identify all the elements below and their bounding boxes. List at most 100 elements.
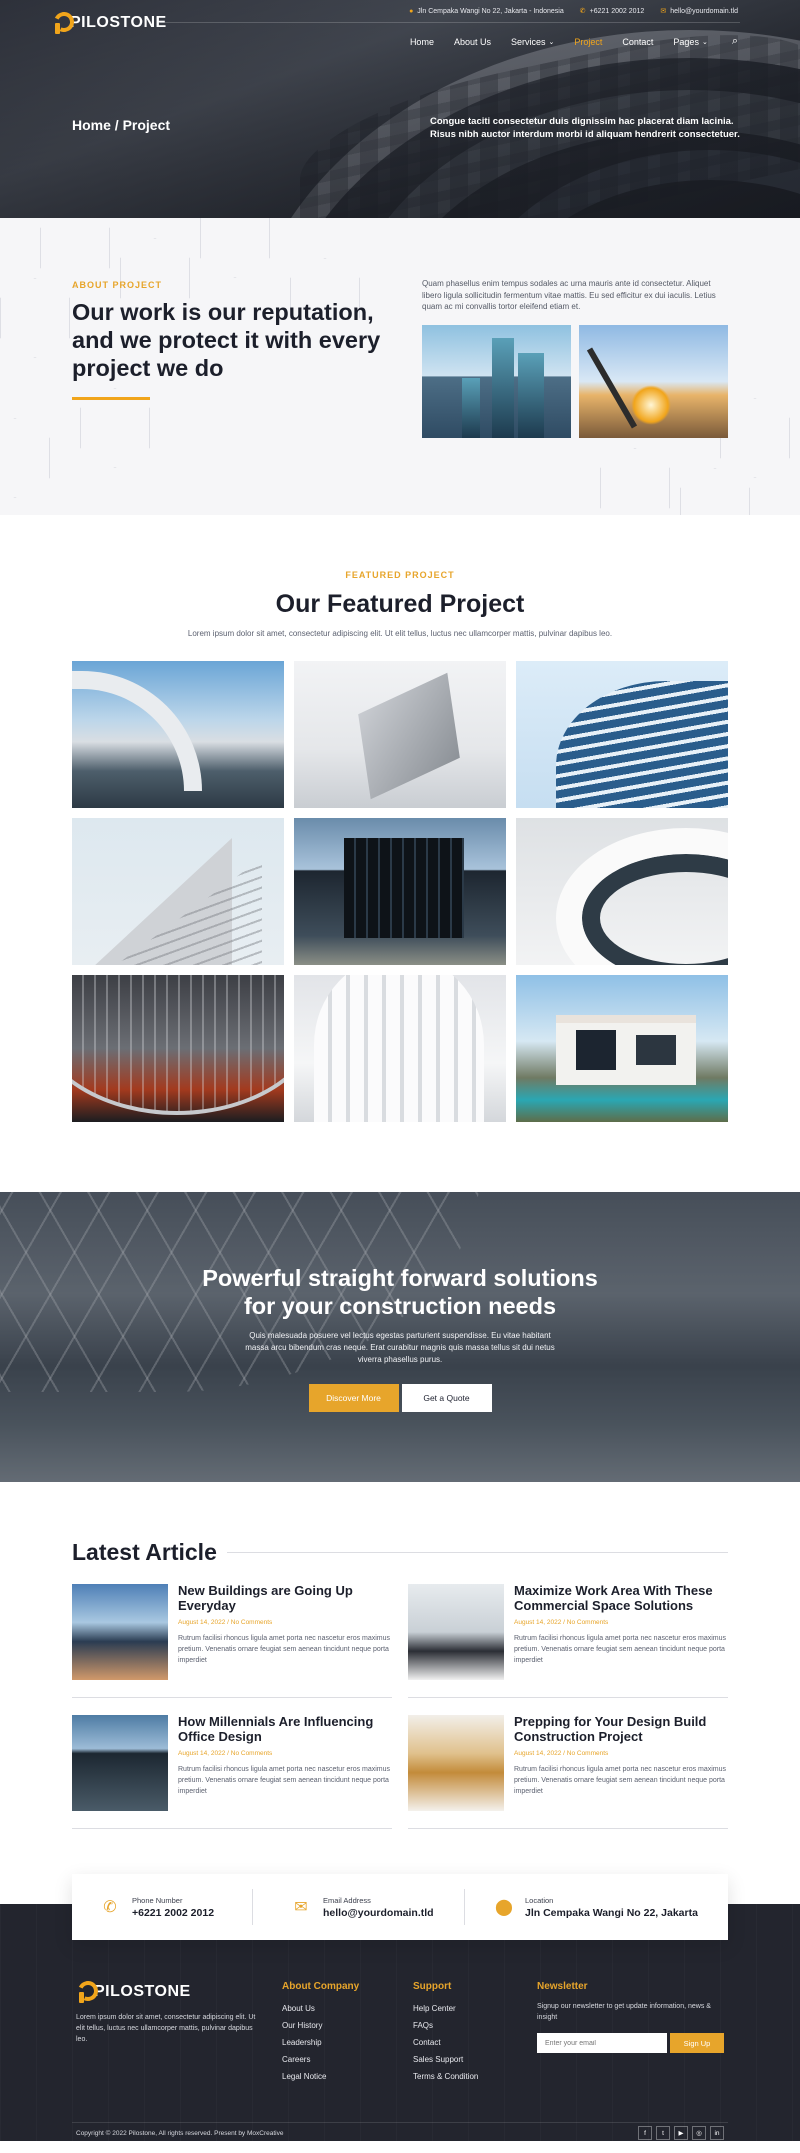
footer-link-leadership[interactable]: Leadership	[282, 2038, 359, 2047]
project-image[interactable]	[294, 818, 506, 965]
contact-phone-value: +6221 2002 2012	[132, 1906, 215, 1919]
contact-location[interactable]: ⬤ Location Jln Cempaka Wangi No 22, Jaka…	[464, 1889, 728, 1925]
article-card[interactable]: Prepping for Your Design Build Construct…	[408, 1714, 728, 1829]
article-excerpt: Rutrum facilisi rhoncus ligula amet port…	[178, 1765, 391, 1795]
facebook-icon[interactable]: f	[638, 2126, 652, 2140]
project-image[interactable]	[516, 818, 728, 965]
chevron-down-icon: ⌄	[548, 38, 555, 46]
about-title: Our work is our reputation, and we prote…	[72, 299, 381, 382]
excavator-image	[579, 324, 728, 438]
site-footer: ✆ Phone Number +6221 2002 2012 ✉ Email A…	[0, 1874, 800, 2141]
project-image[interactable]	[516, 661, 728, 808]
envelope-icon: ✉	[294, 1899, 308, 1916]
footer-column-title: About Company	[282, 1981, 360, 1992]
topbar-email[interactable]: hello@yourdomain.tld	[670, 8, 738, 15]
logo-text: PILOSTONE	[94, 1983, 191, 2000]
article-thumbnail[interactable]	[408, 1584, 504, 1680]
about-paragraph: Quam phasellus enim tempus sodales ac ur…	[422, 279, 716, 312]
cta-title-line2: for your construction needs	[243, 1293, 557, 1320]
contact-phone[interactable]: ✆ Phone Number +6221 2002 2012	[72, 1889, 252, 1925]
twitter-icon[interactable]: t	[656, 2126, 670, 2140]
breadcrumb: Home / Project	[72, 117, 171, 133]
nav-item-contact[interactable]: Contact	[612, 37, 663, 47]
article-title[interactable]: New Buildings are Going Up Everyday	[178, 1583, 392, 1614]
footer-link-faqs[interactable]: FAQs	[413, 2021, 478, 2030]
site-logo[interactable]: PILOSTONE	[52, 12, 167, 34]
nav-item-project[interactable]: Project	[564, 37, 612, 47]
footer-link-about-us[interactable]: About Us	[282, 2004, 359, 2013]
footer-support-column: Support Help Center FAQs Contact Sales S…	[413, 1981, 478, 2089]
map-pin-icon: ⬤	[495, 1899, 513, 1916]
article-title[interactable]: Prepping for Your Design Build Construct…	[514, 1714, 728, 1745]
envelope-icon: ✉	[660, 8, 667, 15]
footer-link-sales-support[interactable]: Sales Support	[413, 2055, 478, 2064]
footer-link-help-center[interactable]: Help Center	[413, 2004, 478, 2013]
project-image[interactable]	[72, 975, 284, 1122]
instagram-icon[interactable]: ◎	[692, 2126, 706, 2140]
contact-email-label: Email Address	[323, 1895, 371, 1905]
section-eyebrow: ABOUT PROJECT	[72, 280, 163, 290]
map-pin-icon: ●	[409, 7, 414, 15]
contact-email[interactable]: ✉ Email Address hello@yourdomain.tld	[252, 1889, 464, 1925]
footer-logo[interactable]: PILOSTONE	[76, 1981, 256, 2003]
main-nav: Home About Us Services ⌄ Project Contact …	[400, 35, 738, 48]
footer-link-legal-notice[interactable]: Legal Notice	[282, 2072, 359, 2081]
newsletter-email-input[interactable]	[537, 2033, 667, 2053]
project-image[interactable]	[294, 975, 506, 1122]
contact-email-value: hello@yourdomain.tld	[323, 1906, 434, 1919]
contact-phone-label: Phone Number	[132, 1895, 183, 1905]
article-title[interactable]: Maximize Work Area With These Commercial…	[514, 1583, 728, 1614]
section-eyebrow: FEATURED PROJECT	[345, 570, 455, 580]
sign-up-button[interactable]: Sign Up	[670, 2033, 724, 2053]
article-meta: August 14, 2022 / No Comments	[178, 1618, 273, 1626]
cta-title: Powerful straight forward solutions for …	[0, 1264, 800, 1320]
footer-link-careers[interactable]: Careers	[282, 2055, 359, 2064]
article-card[interactable]: How Millennials Are Influencing Office D…	[72, 1714, 392, 1829]
youtube-icon[interactable]: ▶	[674, 2126, 688, 2140]
title-underline	[72, 396, 150, 400]
discover-more-button[interactable]: Discover More	[308, 1384, 399, 1413]
footer-company-column: About Company About Us Our History Leade…	[282, 1981, 359, 2089]
project-gallery	[0, 661, 800, 1122]
nav-item-about-us[interactable]: About Us	[444, 37, 501, 47]
footer-link-terms[interactable]: Terms & Condition	[413, 2072, 478, 2081]
phone-icon: ✆	[103, 1899, 117, 1916]
article-card[interactable]: Maximize Work Area With These Commercial…	[408, 1583, 728, 1698]
phone-icon: ✆	[579, 8, 586, 15]
nav-item-pages[interactable]: Pages ⌄	[663, 37, 717, 47]
article-title[interactable]: How Millennials Are Influencing Office D…	[178, 1714, 392, 1745]
article-thumbnail[interactable]	[408, 1715, 504, 1811]
search-icon[interactable]: ⌕	[718, 35, 738, 48]
title-divider	[226, 1552, 728, 1553]
article-meta: August 14, 2022 / No Comments	[514, 1749, 609, 1757]
copyright-text: Copyright © 2022 Pilostone, All rights r…	[76, 2130, 284, 2137]
article-thumbnail[interactable]	[72, 1715, 168, 1811]
article-card[interactable]: New Buildings are Going Up Everyday Augu…	[72, 1583, 392, 1698]
contact-location-label: Location	[525, 1895, 554, 1905]
article-thumbnail[interactable]	[72, 1584, 168, 1680]
linkedin-icon[interactable]: in	[710, 2126, 724, 2140]
top-contact-bar: ● Jln Cempaka Wangi No 22, Jakarta - Indo…	[409, 7, 738, 16]
article-meta: August 14, 2022 / No Comments	[514, 1618, 609, 1626]
about-project-section: ABOUT PROJECT Our work is our reputation…	[0, 218, 800, 515]
project-image[interactable]	[72, 818, 284, 965]
nav-item-home[interactable]: Home	[400, 37, 444, 47]
project-image[interactable]	[72, 661, 284, 808]
featured-project-section: FEATURED PROJECT Our Featured Project Lo…	[0, 515, 800, 1192]
article-excerpt: Rutrum facilisi rhoncus ligula amet port…	[514, 1634, 727, 1664]
hero-description: Congue taciti consectetur duis dignissim…	[430, 116, 740, 140]
newsletter-text: Signup our newsletter to get update info…	[537, 2003, 711, 2021]
footer-link-our-history[interactable]: Our History	[282, 2021, 359, 2030]
nav-item-services[interactable]: Services ⌄	[501, 37, 564, 47]
footer-link-contact[interactable]: Contact	[413, 2038, 478, 2047]
project-image[interactable]	[516, 975, 728, 1122]
article-excerpt: Rutrum facilisi rhoncus ligula amet port…	[178, 1634, 391, 1664]
cta-section: Powerful straight forward solutions for …	[0, 1192, 800, 1482]
project-image[interactable]	[294, 661, 506, 808]
cta-title-line1: Powerful straight forward solutions	[202, 1265, 598, 1291]
topbar-address: Jln Cempaka Wangi No 22, Jakarta - Indon…	[417, 7, 564, 15]
get-a-quote-button[interactable]: Get a Quote	[401, 1384, 492, 1413]
chevron-down-icon: ⌄	[701, 38, 708, 46]
articles-title: Latest Article	[72, 1539, 217, 1565]
topbar-phone[interactable]: +6221 2002 2012	[590, 8, 645, 15]
